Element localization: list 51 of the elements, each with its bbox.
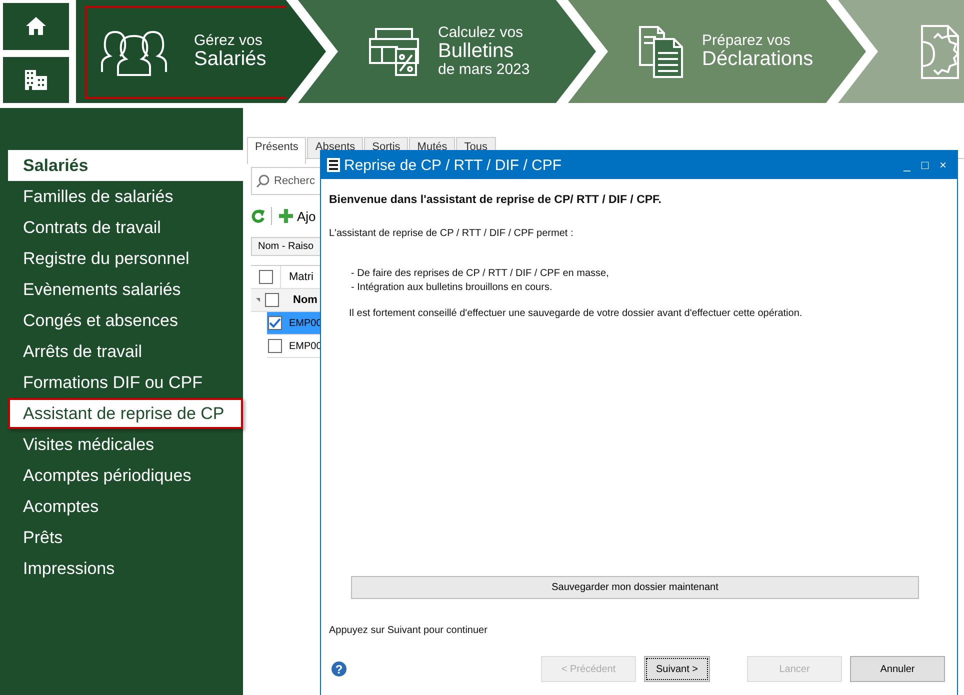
sidebar-item[interactable]: Formations DIF ou CPF	[8, 367, 243, 398]
sidebar-item[interactable]: Acomptes périodiques	[8, 460, 243, 491]
home-button[interactable]	[3, 3, 69, 50]
list-icon	[327, 158, 340, 172]
sidebar-item[interactable]: Congés et absences	[8, 305, 243, 336]
maximize-button[interactable]: □	[917, 158, 933, 172]
sidebar-item[interactable]: Familles de salariés	[8, 181, 243, 212]
sidebar-item[interactable]: Registre du personnel	[8, 243, 243, 274]
warning-text: Il est fortement conseillé d'effectuer une sauvegarde de votre dossier avant d'effectuer cette opération.	[348, 308, 804, 319]
sidebar-item[interactable]: Assistant de reprise de CP	[8, 398, 243, 429]
nav-step[interactable]: Gérez vos Salariés	[76, 0, 338, 103]
sidebar-item[interactable]: Arrêts de travail	[8, 336, 243, 367]
documents-icon	[638, 24, 684, 78]
checkbox[interactable]	[268, 339, 282, 353]
document-gear-icon	[920, 24, 960, 80]
list-item: - Intégration aux bulletins brouillons en cours.	[351, 281, 554, 295]
close-button[interactable]: ×	[935, 158, 951, 172]
save-button[interactable]: Sauvegarder mon dossier maintenant	[351, 576, 919, 599]
sidebar-item[interactable]: Salariés	[8, 150, 243, 181]
tab[interactable]: Présents	[247, 137, 306, 164]
plus-icon	[278, 208, 294, 224]
heading: Bienvenue dans l'assistant de reprise de CP/ RTT / DIF / CPF.	[329, 194, 662, 206]
nav-step[interactable]: Préparez vos Déclarations	[608, 0, 878, 103]
hint-text: Appuyez sur Suivant pour continuer	[329, 625, 488, 636]
sidebar-item[interactable]: Impressions	[8, 553, 243, 584]
nav-step[interactable]: Calculez vos Bulletins de mars 2023	[338, 0, 608, 103]
add-button[interactable]: Ajo	[278, 208, 316, 224]
sidebar-item[interactable]: Contrats de travail	[8, 212, 243, 243]
sidebar-item[interactable]: Acomptes	[8, 491, 243, 522]
sidebar-item[interactable]: Visites médicales	[8, 429, 243, 460]
sidebar-item[interactable]: Prêts	[8, 522, 243, 553]
sidebar-item[interactable]: Evènements salariés	[8, 274, 243, 305]
building-icon	[24, 68, 48, 91]
group-label: Nom	[292, 294, 318, 306]
minimize-button[interactable]: _	[899, 158, 915, 172]
calculator-icon	[368, 26, 420, 76]
home-icon	[25, 16, 47, 36]
dialog-button[interactable]: Annuler	[850, 656, 945, 682]
checkbox[interactable]	[268, 316, 282, 330]
window-title: Reprise de CP / RTT / DIF / CPF	[344, 156, 563, 174]
checkbox[interactable]	[265, 293, 279, 307]
dialog-button[interactable]: Suivant >	[644, 656, 710, 682]
company-button[interactable]	[3, 56, 69, 103]
search-icon	[256, 174, 270, 188]
refresh-icon[interactable]	[251, 208, 265, 224]
help-icon[interactable]: ?	[331, 661, 347, 677]
list-item: - De faire des reprises de CP / RTT / DIF / CPF en masse,	[351, 267, 610, 281]
expand-arrow-icon[interactable]	[256, 298, 260, 302]
intro-text: L'assistant de reprise de CP / RTT / DIF / CPF permet :	[329, 228, 574, 239]
column-header[interactable]: Matri	[281, 271, 314, 283]
checkbox[interactable]	[258, 270, 272, 284]
